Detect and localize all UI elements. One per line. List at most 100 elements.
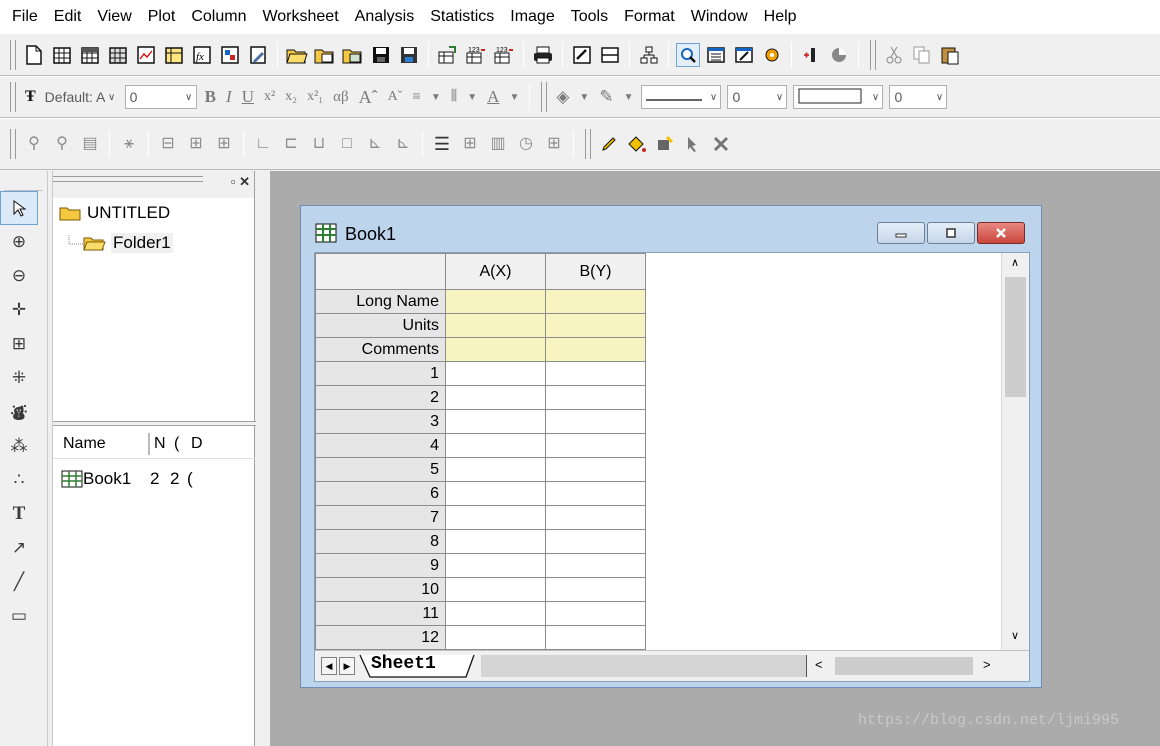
row-label[interactable]: Units: [315, 313, 446, 338]
col-header-name[interactable]: Name: [53, 435, 148, 453]
underline-button[interactable]: U: [242, 87, 254, 107]
tree-folder1[interactable]: Folder1: [53, 228, 254, 258]
menu-item-statistics[interactable]: Statistics: [422, 0, 502, 33]
save-project-icon[interactable]: [369, 43, 393, 67]
axis-frame-icon[interactable]: □: [335, 132, 359, 156]
data-cell[interactable]: [545, 361, 646, 386]
new-layout-icon[interactable]: [218, 43, 242, 67]
line-tool-icon[interactable]: ╱: [0, 565, 38, 599]
chevron-down-icon[interactable]: ▼: [509, 92, 519, 103]
column-header[interactable]: B(Y): [545, 253, 646, 290]
data-cell[interactable]: [445, 553, 546, 578]
data-cell[interactable]: [445, 361, 546, 386]
restore-button[interactable]: [927, 222, 975, 244]
menu-item-analysis[interactable]: Analysis: [347, 0, 423, 33]
annotation-icon[interactable]: ∴: [0, 463, 38, 497]
open-icon[interactable]: [285, 43, 309, 67]
header-cell[interactable]: [445, 289, 546, 314]
italic-button[interactable]: I: [226, 87, 232, 107]
close-button[interactable]: [977, 222, 1025, 244]
text-tool-icon[interactable]: T: [0, 497, 38, 531]
toolbar-grip[interactable]: [541, 82, 548, 112]
data-cell[interactable]: [545, 553, 646, 578]
axis-step-icon[interactable]: ⊾: [363, 132, 387, 156]
border-width-select[interactable]: 0 ∨: [889, 85, 948, 109]
supsubscript-icon[interactable]: x²₁: [307, 89, 323, 105]
row-number[interactable]: 2: [315, 385, 446, 410]
results-log-icon[interactable]: [704, 43, 728, 67]
data-cell[interactable]: [445, 505, 546, 530]
open-template-icon[interactable]: [313, 43, 337, 67]
arrange-icon[interactable]: ⊞: [184, 132, 208, 156]
data-cell[interactable]: [545, 529, 646, 554]
pointer-icon[interactable]: [0, 191, 38, 225]
data-cell[interactable]: [445, 385, 546, 410]
scroll-down-icon[interactable]: ∨: [1011, 629, 1019, 642]
mask-tool-icon[interactable]: [653, 132, 677, 156]
screen-reader-icon[interactable]: ✛: [0, 293, 38, 327]
data-cell[interactable]: [445, 529, 546, 554]
header-cell[interactable]: [545, 337, 646, 362]
column-header[interactable]: A(X): [445, 253, 546, 290]
menu-item-plot[interactable]: Plot: [140, 0, 184, 33]
data-picker-icon[interactable]: ⛇: [0, 395, 38, 429]
data-cell[interactable]: [545, 601, 646, 626]
toolbar-grip[interactable]: [870, 39, 876, 70]
workbook-window[interactable]: Book1 A(X) B(Y) Long Name Units Comments 1 2 3 4…: [300, 205, 1042, 688]
col-header-d[interactable]: D: [191, 435, 208, 453]
extract-icon[interactable]: ⚹: [117, 132, 141, 156]
data-cell[interactable]: [445, 457, 546, 482]
row-number[interactable]: 1: [315, 361, 446, 386]
chevron-down-icon[interactable]: ▼: [579, 92, 589, 103]
data-cell[interactable]: [445, 577, 546, 602]
data-cell[interactable]: [445, 601, 546, 626]
line-color-icon[interactable]: ✎: [599, 87, 613, 107]
toolbar-grip[interactable]: [10, 39, 16, 70]
menu-item-edit[interactable]: Edit: [46, 0, 90, 33]
import-multiple-ascii-icon[interactable]: 123: [492, 43, 516, 67]
data-cell[interactable]: [545, 409, 646, 434]
border-style-select[interactable]: ∨: [793, 85, 884, 109]
data-cell[interactable]: [545, 481, 646, 506]
remove-mask-icon[interactable]: [709, 132, 733, 156]
grid-corner[interactable]: [315, 253, 446, 290]
scroll-right-icon[interactable]: >: [983, 657, 991, 672]
prev-sheet-icon[interactable]: ◀: [321, 657, 337, 675]
table-icon[interactable]: ⊞: [542, 132, 566, 156]
row-number[interactable]: 11: [315, 601, 446, 626]
header-cell[interactable]: [445, 313, 546, 338]
decrease-font-icon[interactable]: Aˇ: [388, 89, 403, 105]
row-number[interactable]: 12: [315, 625, 446, 650]
chevron-down-icon[interactable]: ▼: [431, 92, 441, 103]
vertical-scroll-thumb[interactable]: [1005, 277, 1026, 397]
fill-tool-icon[interactable]: [625, 132, 649, 156]
chevron-down-icon[interactable]: ▼: [624, 92, 634, 103]
data-cell[interactable]: [545, 457, 646, 482]
font-size-select[interactable]: 0 ∨: [124, 85, 197, 109]
data-reader-icon[interactable]: ⁜: [0, 361, 38, 395]
zoom-in-icon[interactable]: ⊕: [0, 225, 38, 259]
row-number[interactable]: 8: [315, 529, 446, 554]
scroll-up-icon[interactable]: ∧: [1011, 256, 1019, 269]
project-explorer-icon[interactable]: [676, 42, 700, 67]
tree-root[interactable]: UNTITLED: [53, 198, 254, 228]
legend-icon[interactable]: ⊞: [458, 132, 482, 156]
fill-color-icon[interactable]: ◈: [556, 87, 569, 107]
column-align-icon[interactable]: ⫼: [451, 89, 457, 105]
data-cell[interactable]: [445, 481, 546, 506]
refresh-icon[interactable]: [570, 43, 594, 67]
list-item[interactable]: Book1 2 2 (: [53, 466, 256, 492]
minimize-button[interactable]: [877, 222, 925, 244]
vertical-scrollbar[interactable]: ∧ ∨: [1001, 253, 1029, 650]
script-window-icon[interactable]: [732, 43, 756, 67]
explorer-controls[interactable]: ▫ ✕: [231, 174, 250, 190]
toolbar-grip[interactable]: [10, 129, 16, 159]
axis-double-icon[interactable]: ⊾: [391, 132, 415, 156]
open-excel-icon[interactable]: [341, 43, 365, 67]
menu-item-format[interactable]: Format: [616, 0, 683, 33]
col-header-c[interactable]: (: [174, 435, 191, 453]
col-divider[interactable]: [148, 432, 150, 455]
arrow-tool-icon[interactable]: ↗: [0, 531, 38, 565]
import-single-ascii-icon[interactable]: 123: [464, 43, 488, 67]
data-cell[interactable]: [445, 625, 546, 650]
